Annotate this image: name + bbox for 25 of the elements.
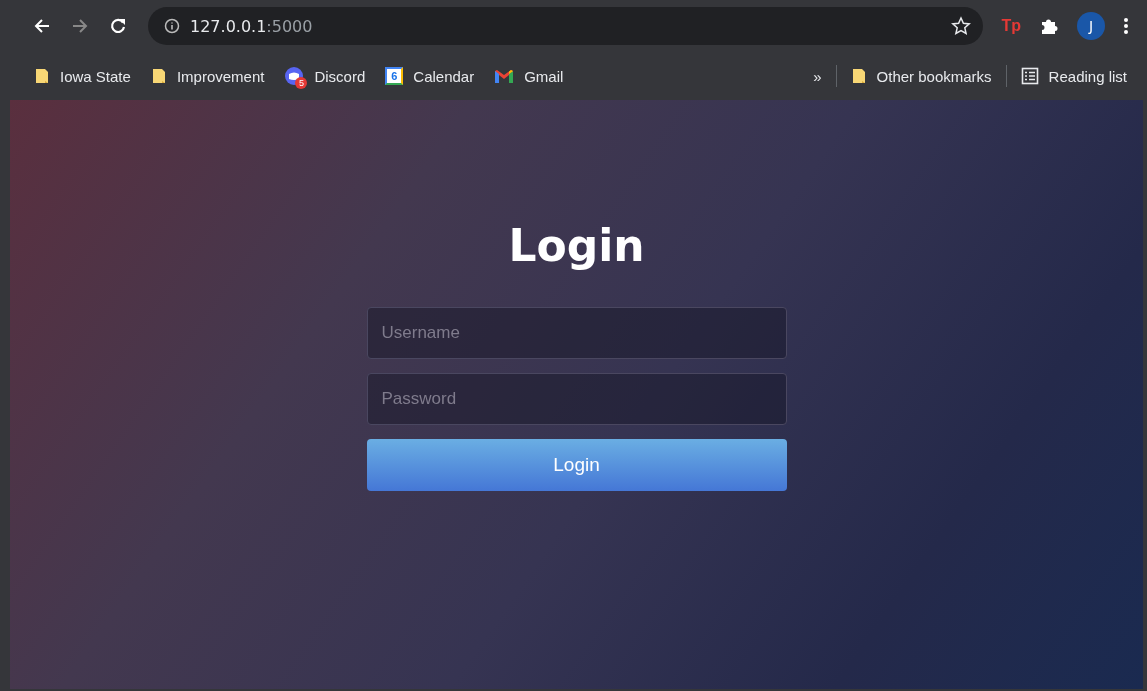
bookmark[interactable]: Reading list xyxy=(1014,63,1133,89)
mail-icon xyxy=(494,68,515,84)
list-icon xyxy=(1020,67,1039,85)
folder-icon xyxy=(850,67,867,85)
notification-badge: 5 xyxy=(295,77,308,89)
input-field[interactable]: Username xyxy=(366,307,787,359)
login-title: Login xyxy=(507,220,646,271)
bookmark[interactable]: Gmail xyxy=(488,63,570,89)
folder-icon xyxy=(34,67,50,85)
info-icon xyxy=(164,18,180,34)
star-icon[interactable] xyxy=(951,16,972,36)
input-field[interactable]: Password xyxy=(366,373,787,425)
bookmark[interactable]: Improvement xyxy=(144,63,271,89)
bookmark[interactable]: Other bookmarks xyxy=(844,63,998,89)
profile-avatar[interactable]: J xyxy=(1077,12,1105,40)
menu-icon[interactable] xyxy=(1123,17,1129,35)
bookmark[interactable]: 5 Discord xyxy=(278,62,372,90)
more-bookmarks-button[interactable]: » xyxy=(807,65,828,87)
reload-icon[interactable] xyxy=(108,16,128,36)
folder-icon xyxy=(150,67,167,85)
bookmark[interactable]: Iowa State xyxy=(28,63,137,89)
bookmark[interactable]: 6 Calendar xyxy=(379,63,481,89)
calendar-icon: 6 xyxy=(385,67,404,85)
address-bar[interactable]: 127.0.0.1:5000 xyxy=(148,7,984,45)
url-text: 127.0.0.1:5000 xyxy=(190,16,314,36)
